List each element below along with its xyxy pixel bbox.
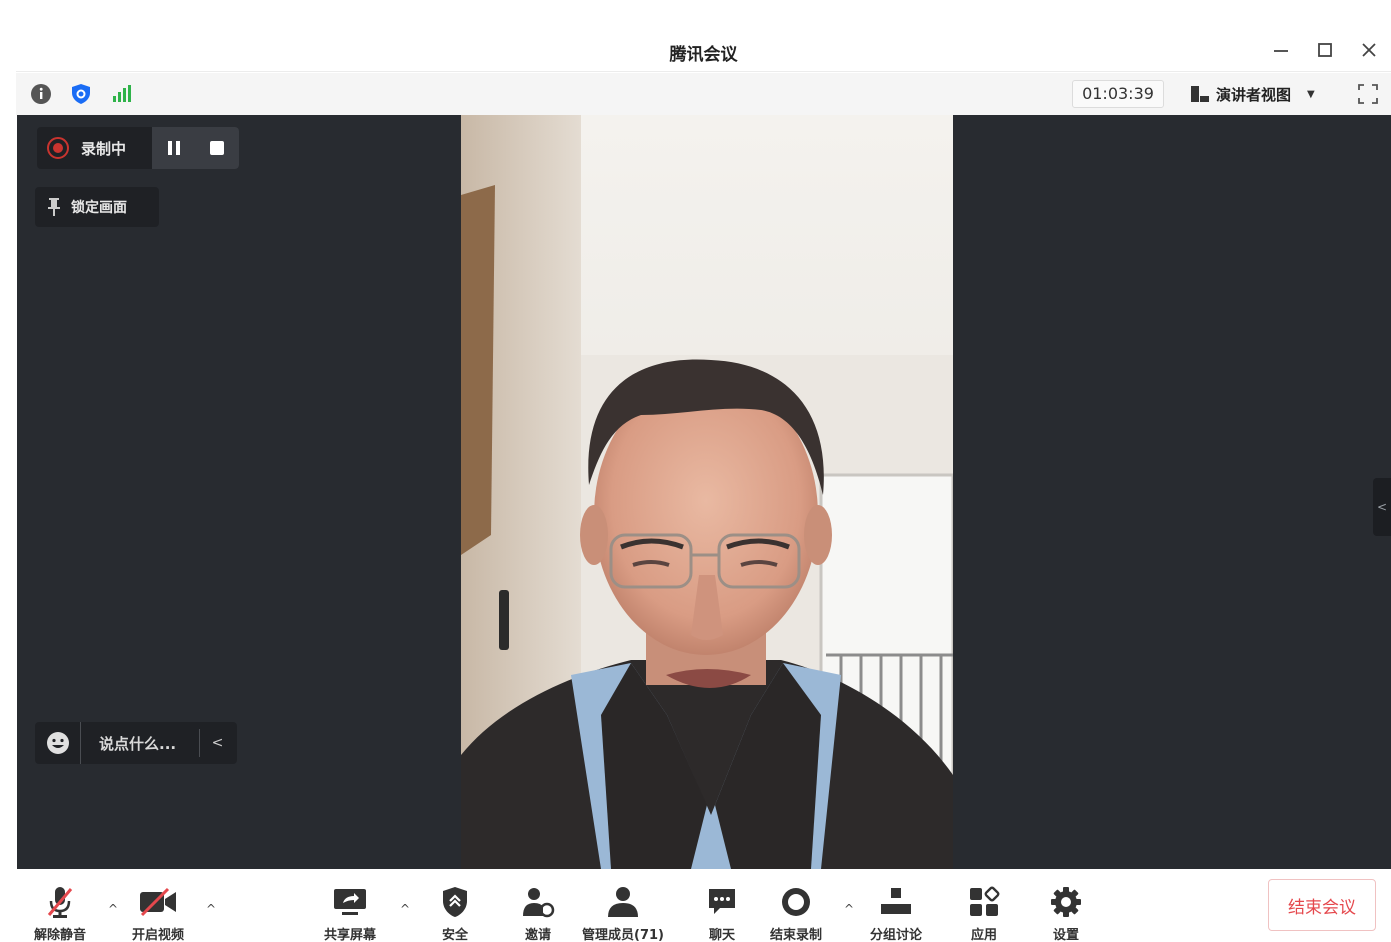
window-title: 腾讯会议 bbox=[669, 45, 738, 65]
bottom-toolbar: 解除静音 ^ 开启视频 ^ 共享屏幕 ^ 安全 邀请 管理成员(71) 聊天 结… bbox=[16, 870, 1391, 942]
microphone-muted-icon bbox=[47, 887, 73, 918]
chevron-down-icon: ▼ bbox=[1307, 88, 1315, 100]
minimize-button[interactable] bbox=[1259, 34, 1303, 66]
close-button[interactable] bbox=[1347, 34, 1391, 66]
start-video-button[interactable]: 开启视频 bbox=[132, 884, 184, 942]
pause-recording-button[interactable] bbox=[159, 133, 189, 163]
unmute-button[interactable]: 解除静音 bbox=[34, 884, 86, 942]
window-controls bbox=[1259, 34, 1391, 66]
video-options-caret[interactable]: ^ bbox=[206, 902, 216, 916]
apps-grid-icon bbox=[970, 886, 1000, 916]
chat-bubble-icon bbox=[709, 889, 735, 914]
share-screen-icon bbox=[334, 889, 366, 915]
quick-chat-bar[interactable]: 说点什么... < bbox=[35, 722, 237, 764]
breakout-rooms-icon bbox=[881, 888, 911, 914]
share-options-caret[interactable]: ^ bbox=[400, 902, 410, 916]
participant-video bbox=[461, 115, 953, 869]
settings-label: 设置 bbox=[1052, 928, 1079, 942]
apps-label: 应用 bbox=[970, 928, 997, 942]
record-icon bbox=[47, 137, 69, 159]
chat-label: 聊天 bbox=[708, 928, 735, 942]
lock-screen-label: 锁定画面 bbox=[71, 200, 127, 216]
emoji-button[interactable] bbox=[35, 722, 81, 764]
video-stage: 录制中 锁定画面 说点什么... < < bbox=[17, 115, 1391, 869]
maximize-button[interactable] bbox=[1303, 34, 1347, 66]
minimize-icon bbox=[1274, 50, 1288, 52]
meeting-info-bar: 01:03:39 演讲者视图 ▼ bbox=[16, 73, 1391, 115]
pin-icon bbox=[48, 198, 60, 216]
security-button[interactable]: 安全 bbox=[440, 884, 470, 942]
security-label: 安全 bbox=[441, 928, 468, 942]
camera-off-icon bbox=[140, 887, 176, 917]
share-screen-label: 共享屏幕 bbox=[324, 928, 377, 942]
invite-button[interactable]: 邀请 bbox=[521, 884, 555, 942]
settings-button[interactable]: 设置 bbox=[1050, 884, 1082, 942]
manage-members-label: 管理成员(71) bbox=[582, 928, 664, 942]
chevron-left-icon: < bbox=[1376, 500, 1388, 514]
maximize-icon bbox=[1318, 43, 1332, 57]
breakout-rooms-button[interactable]: 分组讨论 bbox=[870, 884, 922, 942]
lock-screen-button[interactable]: 锁定画面 bbox=[35, 187, 159, 227]
network-status-button[interactable] bbox=[108, 81, 134, 107]
gear-icon bbox=[1051, 887, 1081, 917]
apps-button[interactable]: 应用 bbox=[968, 884, 1000, 942]
record-stop-icon bbox=[782, 888, 810, 916]
stop-icon bbox=[210, 141, 225, 155]
info-icon bbox=[31, 84, 51, 104]
recording-options-caret[interactable]: ^ bbox=[844, 902, 854, 916]
view-mode-label: 演讲者视图 bbox=[1216, 85, 1292, 104]
video-feed bbox=[461, 115, 953, 869]
close-icon bbox=[1362, 43, 1376, 57]
chat-button[interactable]: 聊天 bbox=[706, 884, 738, 942]
fullscreen-icon bbox=[1358, 84, 1378, 104]
invite-user-icon bbox=[523, 888, 555, 918]
end-recording-label: 结束录制 bbox=[770, 928, 823, 942]
signal-icon bbox=[113, 85, 131, 102]
collapse-chat-button[interactable]: < bbox=[199, 729, 235, 757]
end-recording-button[interactable]: 结束录制 bbox=[770, 884, 822, 942]
chevron-left-icon: < bbox=[211, 735, 224, 751]
recording-label: 录制中 bbox=[81, 139, 127, 158]
view-mode-dropdown[interactable]: 演讲者视图 ▼ bbox=[1182, 80, 1342, 108]
title-bar: 腾讯会议 bbox=[16, 28, 1391, 72]
breakout-label: 分组讨论 bbox=[870, 928, 923, 942]
encryption-button[interactable] bbox=[68, 81, 94, 107]
fullscreen-button[interactable] bbox=[1354, 80, 1382, 108]
stop-recording-button[interactable] bbox=[202, 133, 232, 163]
status-icons bbox=[28, 81, 134, 107]
shield-icon bbox=[72, 84, 90, 104]
security-shield-icon bbox=[443, 887, 467, 917]
meeting-info-button[interactable] bbox=[28, 81, 54, 107]
share-screen-button[interactable]: 共享屏幕 bbox=[324, 884, 376, 942]
invite-label: 邀请 bbox=[524, 928, 551, 942]
audio-options-caret[interactable]: ^ bbox=[108, 902, 118, 916]
recording-controls bbox=[152, 127, 239, 169]
start-video-label: 开启视频 bbox=[132, 928, 185, 942]
meeting-window: 腾讯会议 01:03:39 演讲者视图 ▼ 录制中 锁定画面 说点什么... <… bbox=[16, 28, 1391, 942]
unmute-label: 解除静音 bbox=[34, 928, 87, 942]
members-icon bbox=[607, 887, 638, 917]
chat-input[interactable]: 说点什么... bbox=[99, 733, 199, 754]
manage-members-button[interactable]: 管理成员(71) bbox=[582, 884, 664, 942]
recording-indicator: 录制中 bbox=[37, 127, 239, 169]
speaker-view-icon bbox=[1191, 86, 1209, 102]
pause-icon bbox=[167, 141, 180, 155]
smiley-icon bbox=[46, 732, 69, 754]
end-meeting-button[interactable]: 结束会议 bbox=[1268, 879, 1376, 931]
expand-sidebar-button[interactable]: < bbox=[1373, 478, 1391, 536]
meeting-timer: 01:03:39 bbox=[1072, 80, 1164, 108]
